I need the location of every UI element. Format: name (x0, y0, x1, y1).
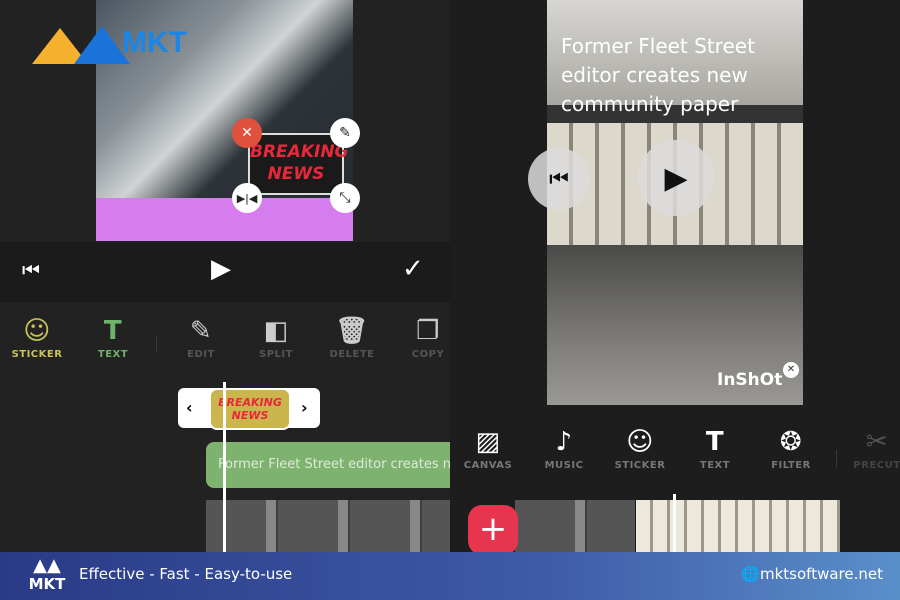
text-icon: T (705, 427, 725, 457)
tool-label: TEXT (97, 349, 129, 360)
tool-label: TEXT (699, 460, 731, 471)
filter-icon: ❂ (779, 427, 803, 457)
righttool-text[interactable]: T TEXT (680, 424, 750, 471)
righttool-sticker[interactable]: ☺ STICKER (605, 424, 675, 471)
tool-label: DELETE (329, 349, 375, 360)
playhead[interactable] (673, 494, 676, 552)
righttool-filter[interactable]: ❂ FILTER (756, 424, 826, 471)
brand-footer: ▲▲ MKT Effective - Fast - Easy-to-use 🌐 … (0, 552, 900, 600)
text-clip[interactable]: Former Fleet Street editor creates new c… (206, 442, 450, 488)
lefttool-delete[interactable]: 🗑 DELETE (317, 313, 387, 360)
sticker-clip[interactable]: BREAKING NEWS (209, 388, 291, 430)
breaking-news-sticker[interactable]: BREAKING NEWS (248, 133, 349, 195)
add-clip-button[interactable]: + (468, 505, 518, 555)
delete-sticker-icon[interactable]: ✕ (232, 118, 262, 148)
lefttool-split[interactable]: ◧ SPLIT (241, 313, 311, 360)
tool-label: PRECUT (853, 460, 900, 471)
mkt-footer-logo: ▲▲ MKT (28, 555, 66, 593)
copy-icon: ❐ (416, 316, 440, 346)
globe-icon: 🌐 (741, 565, 760, 583)
smile-plus-icon: ☺ (23, 316, 51, 346)
lefttool-text[interactable]: T TEXT (78, 313, 148, 360)
play-icon[interactable]: ▶ (211, 254, 231, 284)
tool-label: EDIT (187, 349, 215, 360)
mkt-logo: MKT (30, 24, 200, 68)
edit-sticker-icon[interactable]: ✎ (330, 118, 360, 148)
divider (156, 335, 157, 353)
trim-right-icon[interactable]: › (301, 398, 308, 417)
playhead[interactable] (223, 382, 226, 552)
split-icon: ◧ (263, 316, 289, 346)
righttool-precut[interactable]: ✂ PRECUT (842, 424, 900, 471)
video-track-2[interactable] (636, 500, 840, 552)
canvas-icon: ▨ (475, 427, 501, 457)
lefttool-sticker[interactable]: ☺ STICKER (2, 313, 72, 360)
tagline: Effective - Fast - Easy-to-use (79, 565, 293, 583)
lefttool-edit[interactable]: ✎ EDIT (166, 313, 236, 360)
smile-icon: ☺ (626, 427, 654, 457)
divider (836, 450, 837, 468)
scissors-icon: ✂ (865, 427, 889, 457)
music-icon: ♪ (555, 427, 573, 457)
video-track-1[interactable] (515, 500, 635, 552)
canvas-background (96, 198, 353, 241)
sticker-editor-panel: BREAKING NEWS ✕ ✎ ▶|◀ ⤡ ⏮ ▶ ✓ ‹ › BREAKIN… (0, 0, 450, 552)
righttool-canvas[interactable]: ▨ CANVAS (453, 424, 523, 471)
skip-back-icon[interactable]: ⏮ (528, 148, 590, 210)
video-track[interactable] (206, 500, 450, 552)
trim-left-icon[interactable]: ‹ (186, 398, 193, 417)
text-plus-icon: T (103, 316, 123, 346)
tool-label: MUSIC (544, 460, 584, 471)
flip-sticker-icon[interactable]: ▶|◀ (232, 183, 262, 213)
remove-watermark-icon[interactable]: ✕ (783, 362, 799, 378)
righttool-music[interactable]: ♪ MUSIC (529, 424, 599, 471)
lefttool-copy[interactable]: ❐ COPY (393, 313, 463, 360)
confirm-check-icon[interactable]: ✓ (402, 254, 424, 284)
play-icon[interactable]: ▶ (638, 140, 714, 216)
tool-label: CANVAS (463, 460, 513, 471)
skip-back-icon[interactable]: ⏮ (22, 258, 40, 282)
tool-label: COPY (411, 349, 445, 360)
website-link[interactable]: mktsoftware.net (760, 565, 883, 583)
tool-label: FILTER (771, 460, 811, 471)
pencil-icon: ✎ (189, 316, 213, 346)
tool-label: STICKER (11, 349, 63, 360)
playback-controls: ⏮ ▶ ✓ (0, 242, 450, 302)
tool-label: SPLIT (259, 349, 293, 360)
trash-icon: 🗑 (335, 316, 369, 346)
inshot-watermark[interactable]: InShOt (717, 370, 782, 390)
video-caption: Former Fleet Street editor creates new c… (561, 34, 755, 116)
tool-label: STICKER (614, 460, 666, 471)
resize-sticker-icon[interactable]: ⤡ (330, 183, 360, 213)
